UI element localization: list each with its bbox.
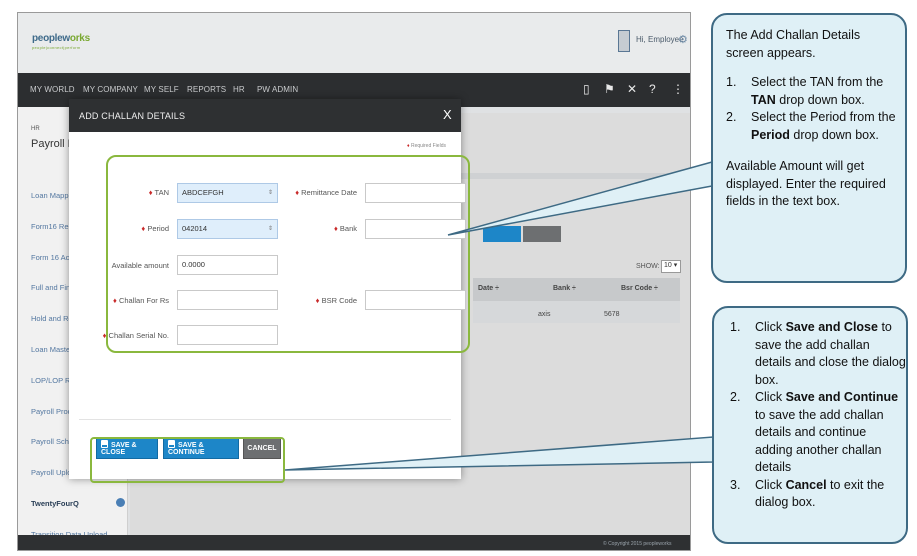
tan-select[interactable]: ABDCEFGH ⇕ — [177, 183, 278, 203]
callout-instructions-2: 1. Click Save and Close to save the add c… — [712, 306, 908, 544]
nav-my-company[interactable]: MY COMPANY — [83, 85, 138, 94]
select-arrow-icon: ⇕ — [267, 226, 273, 232]
save-continue-button[interactable]: SAVE & CONTINUE — [163, 438, 239, 459]
table-row[interactable] — [473, 301, 680, 323]
required-fields-note: ♦ Required Fields — [407, 143, 446, 149]
column-header-bank[interactable]: Bank ÷ — [553, 285, 576, 292]
copyright: © Copyright 2015 peopleworks — [603, 541, 672, 547]
remittance-date-label: ♦ Remittance Date — [295, 188, 357, 197]
dialog-title: ADD CHALLAN DETAILS — [79, 111, 186, 121]
add-challan-dialog: ADD CHALLAN DETAILS X ♦ Required Fields … — [69, 99, 466, 479]
dialog-divider — [79, 419, 451, 420]
challan-serial-no-label: ♦ Challan Serial No. — [102, 331, 169, 340]
sidebar-section: HR — [31, 126, 40, 132]
tan-value: ABDCEFGH — [182, 188, 224, 197]
save-icon — [168, 440, 175, 448]
tools-icon[interactable]: ✕ — [627, 82, 637, 96]
share-icon[interactable]: ⋮ — [672, 82, 684, 96]
available-amount-value: 0.0000 — [182, 260, 205, 269]
sidebar-item-twentyfourq[interactable]: TwentyFourQ — [31, 499, 126, 508]
tan-label: ♦ TAN — [148, 188, 169, 197]
callout1-step-1: 1. Select the TAN from the TAN drop down … — [726, 75, 884, 107]
flag-icon[interactable]: ⚑ — [604, 82, 615, 96]
bank-input[interactable] — [365, 219, 466, 239]
gear-icon[interactable]: ⚙ — [678, 33, 688, 46]
available-amount-field: 0.0000 — [177, 255, 278, 275]
callout1-steps: 1. Select the TAN from the TAN drop down … — [726, 74, 902, 144]
nav-reports[interactable]: REPORTS — [187, 85, 226, 94]
nav-my-world[interactable]: MY WORLD — [30, 85, 75, 94]
save-icon — [101, 440, 108, 448]
tutorial-slide: peopleworks people|connect|perform Hi, E… — [0, 0, 917, 556]
callout1-step-2: 2. Select the Period from the Period drop… — [726, 110, 896, 142]
challan-for-rs-label: ♦ Challan For Rs — [113, 296, 169, 305]
callout2-step-1: 1. Click Save and Close to save the add c… — [730, 320, 906, 387]
user-greeting[interactable]: Hi, Employee — [636, 35, 684, 44]
bank-label: ♦ Bank — [333, 224, 357, 233]
show-label: SHOW: — [636, 263, 660, 270]
book-icon[interactable]: ▯ — [583, 82, 590, 96]
save-close-button[interactable]: SAVE & CLOSE — [96, 438, 158, 459]
bsr-code-label: ♦ BSR Code — [315, 296, 357, 305]
nav-pw-admin[interactable]: PW ADMIN — [257, 85, 298, 94]
cancel-button[interactable]: CANCEL — [243, 438, 281, 459]
period-label: ♦ Period — [141, 224, 169, 233]
callout2-step-2: 2. Click Save and Continue to save the ad… — [730, 390, 899, 474]
nav-hr[interactable]: HR — [233, 85, 245, 94]
expand-icon[interactable] — [116, 498, 125, 507]
cell-bsr-code: 5678 — [604, 311, 620, 318]
nav-my-self[interactable]: MY SELF — [144, 85, 179, 94]
callout2-step-3: 3. Click Cancel to exit the dialog box. — [730, 477, 885, 510]
background-button[interactable] — [483, 226, 521, 242]
callout1-outro: Available Amount will get displayed. Ent… — [726, 159, 886, 208]
top-header: peopleworks people|connect|perform Hi, E… — [18, 13, 690, 73]
column-header-bsr-code[interactable]: Bsr Code ÷ — [621, 285, 658, 292]
period-select[interactable]: 042014 ⇕ — [177, 219, 278, 239]
help-icon[interactable]: ? — [649, 82, 656, 96]
callout1-intro: The Add Challan Details screen appears. — [726, 28, 861, 60]
footer: © Copyright 2015 peopleworks — [18, 535, 690, 550]
bsr-code-input[interactable] — [365, 290, 466, 310]
page-size-value: 10 — [664, 262, 672, 269]
dialog-header: ADD CHALLAN DETAILS X — [69, 99, 461, 132]
column-header-date[interactable]: Date ÷ — [478, 285, 499, 292]
logo-tagline: people|connect|perform — [32, 45, 81, 50]
period-value: 042014 — [182, 224, 208, 233]
challan-serial-no-input[interactable] — [177, 325, 278, 345]
page-size-select[interactable]: 10 ▾ — [661, 260, 681, 273]
available-amount-label: Available amount — [111, 261, 169, 270]
user-avatar[interactable] — [618, 30, 630, 52]
select-arrow-icon: ⇕ — [267, 190, 273, 196]
callout-instructions-1: The Add Challan Details screen appears. … — [711, 13, 907, 283]
logo[interactable]: peopleworks — [32, 33, 90, 44]
challan-for-rs-input[interactable] — [177, 290, 278, 310]
cell-bank: axis — [538, 311, 551, 318]
close-icon[interactable]: X — [443, 107, 452, 122]
remittance-date-input[interactable] — [365, 183, 466, 203]
callout2-steps: 1. Click Save and Close to save the add c… — [730, 319, 906, 512]
background-button[interactable] — [523, 226, 561, 242]
